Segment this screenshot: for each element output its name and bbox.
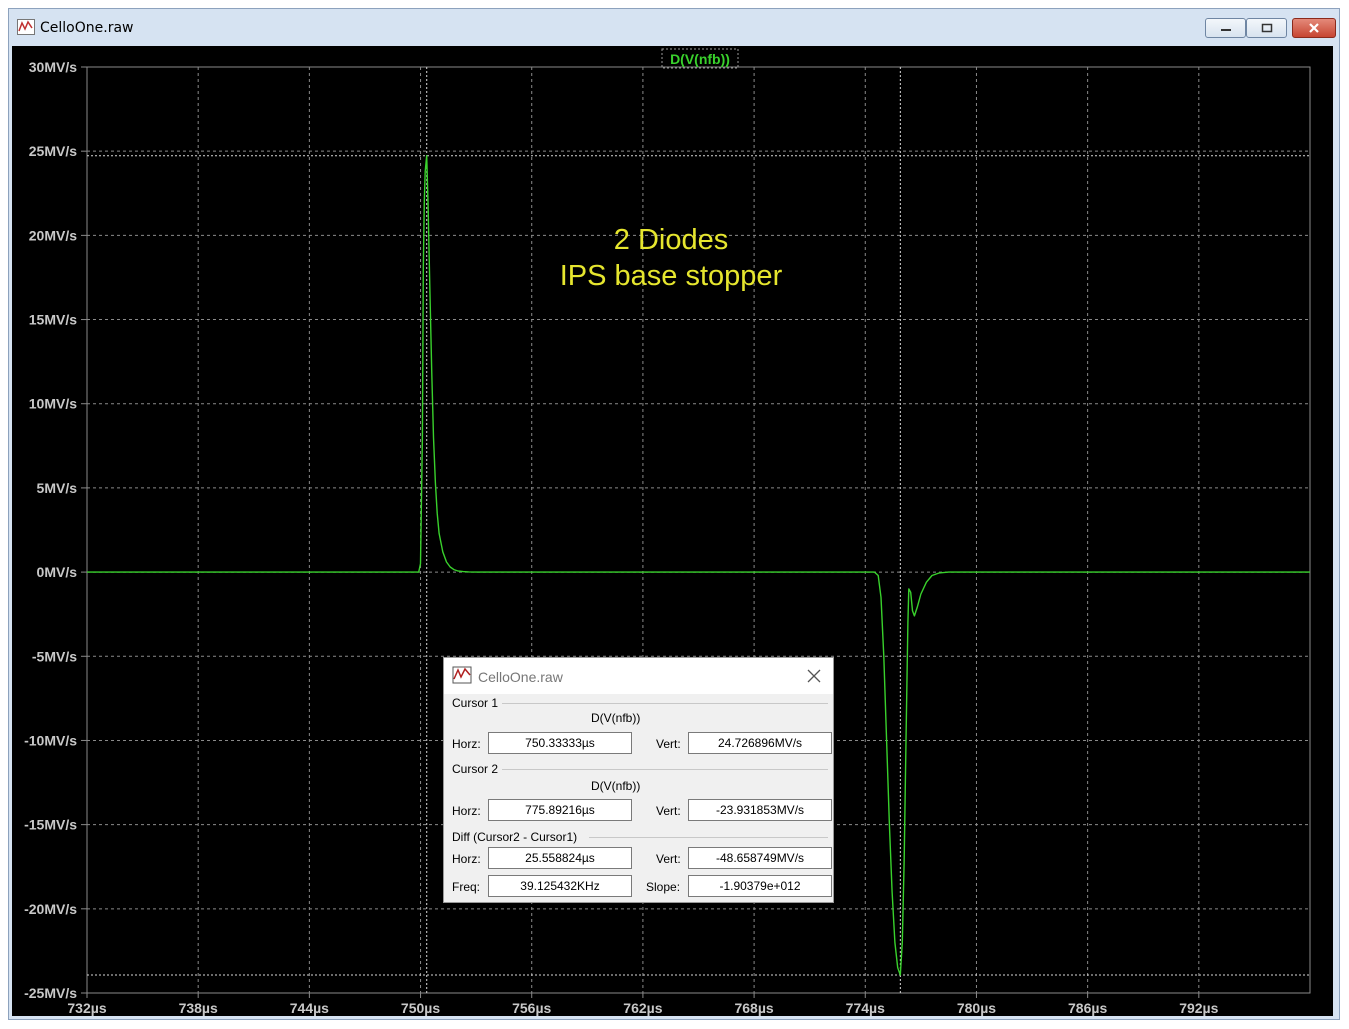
y-tick-label: -15MV/s (24, 817, 77, 833)
trace-label: D(V(nfb)) (670, 51, 730, 67)
y-tick-label: -25MV/s (24, 985, 77, 1001)
waveform-app-icon (452, 666, 472, 684)
cursor-dialog: CelloOne.raw Cursor 1 D(V(nfb)) Horz: 75… (443, 657, 834, 903)
minimize-icon (1220, 29, 1231, 31)
freq-field[interactable]: 39.125432KHz (488, 875, 632, 897)
annotation-text: 2 Diodes (614, 224, 728, 256)
x-tick-label: 750µs (401, 1000, 440, 1016)
maximize-button[interactable] (1246, 18, 1287, 38)
divider (502, 703, 828, 704)
close-button[interactable] (1292, 18, 1336, 38)
annotation-text: IPS base stopper (560, 260, 783, 292)
y-tick-label: 20MV/s (29, 227, 77, 243)
cursor1-trace-name: D(V(nfb)) (591, 711, 641, 725)
y-tick-label: 15MV/s (29, 312, 77, 328)
slope-label: Slope: (646, 880, 681, 894)
waveform-app-icon (17, 19, 35, 35)
x-tick-label: 732µs (67, 1000, 106, 1016)
diff-section-label: Diff (Cursor2 - Cursor1) (452, 830, 578, 844)
y-tick-label: 5MV/s (37, 480, 78, 496)
diff-horz-field[interactable]: 25.558824µs (488, 847, 632, 869)
y-tick-label: 0MV/s (37, 564, 78, 580)
divider (589, 837, 828, 838)
slope-field[interactable]: -1.90379e+012 (688, 875, 832, 897)
dialog-title: CelloOne.raw (478, 669, 563, 685)
diff-vert-label: Vert: (656, 852, 681, 866)
y-tick-label: -10MV/s (24, 732, 77, 748)
minimize-button[interactable] (1205, 18, 1246, 38)
cursor2-vert-label: Vert: (656, 804, 681, 818)
x-tick-label: 786µs (1068, 1000, 1107, 1016)
cursor1-section-label: Cursor 1 (452, 696, 499, 710)
close-icon (1309, 23, 1319, 33)
diff-vert-field[interactable]: -48.658749MV/s (688, 847, 832, 869)
window-title: CelloOne.raw (40, 20, 134, 36)
cursor2-horz-field[interactable]: 775.89216µs (488, 799, 632, 821)
diff-horz-label: Horz: (452, 852, 481, 866)
dialog-titlebar[interactable]: CelloOne.raw (444, 658, 833, 694)
cursor2-trace-name: D(V(nfb)) (591, 779, 641, 793)
x-tick-label: 738µs (179, 1000, 218, 1016)
maximize-icon (1261, 23, 1272, 33)
x-tick-label: 774µs (846, 1000, 885, 1016)
x-tick-label: 756µs (512, 1000, 551, 1016)
y-tick-label: 25MV/s (29, 143, 77, 159)
x-tick-label: 792µs (1179, 1000, 1218, 1016)
x-tick-label: 768µs (734, 1000, 773, 1016)
x-tick-label: 762µs (623, 1000, 662, 1016)
cursor2-horz-label: Horz: (452, 804, 481, 818)
divider (502, 769, 828, 770)
cursor2-section-label: Cursor 2 (452, 762, 499, 776)
x-tick-label: 780µs (957, 1000, 996, 1016)
cursor2-vert-field[interactable]: -23.931853MV/s (688, 799, 832, 821)
cursor1-horz-field[interactable]: 750.33333µs (488, 732, 632, 754)
y-tick-label: -20MV/s (24, 901, 77, 917)
cursor1-vert-field[interactable]: 24.726896MV/s (688, 732, 832, 754)
x-tick-label: 744µs (290, 1000, 329, 1016)
cursor1-vert-label: Vert: (656, 737, 681, 751)
y-tick-label: -5MV/s (32, 648, 77, 664)
freq-label: Freq: (452, 880, 481, 894)
window-titlebar[interactable]: CelloOne.raw (9, 9, 1339, 45)
close-icon[interactable] (804, 666, 824, 686)
y-tick-label: 10MV/s (29, 396, 77, 412)
cursor1-horz-label: Horz: (452, 737, 481, 751)
y-tick-label: 30MV/s (29, 59, 77, 75)
